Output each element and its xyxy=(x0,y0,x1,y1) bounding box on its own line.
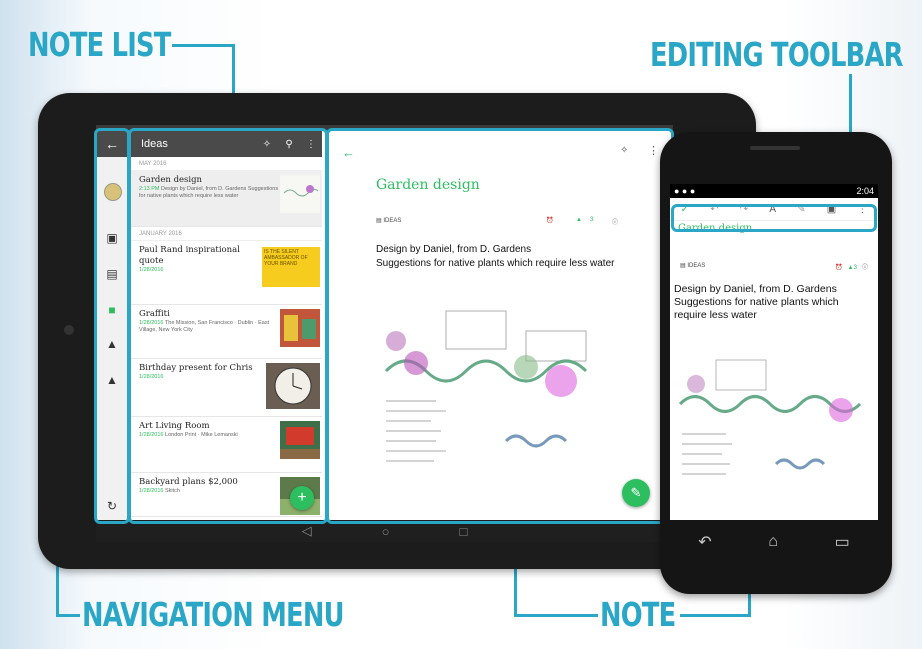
back-nav-icon[interactable]: ◁ xyxy=(302,523,312,539)
callout-note: NOTE xyxy=(600,595,676,634)
phone-status-bar: ● ● ● 2:04 xyxy=(670,184,878,198)
phone-time: 2:04 xyxy=(856,186,874,196)
note-body-line: Suggestions for native plants which requ… xyxy=(674,296,839,321)
tablet-camera xyxy=(64,325,74,335)
phone-notebook-bar: ▤ IDEAS ⏰ ▲3 ⓘ xyxy=(670,236,878,271)
phone-garden-sketch-image xyxy=(678,359,862,475)
home-nav-icon[interactable]: ○ xyxy=(382,524,390,539)
recents-nav-icon[interactable]: □ xyxy=(460,524,468,539)
callout-line xyxy=(680,614,750,617)
highlight-editing-toolbar xyxy=(671,204,877,232)
callout-note-list: NOTE LIST xyxy=(28,25,171,64)
info-icon[interactable]: ⓘ xyxy=(862,265,868,271)
highlight-note-list xyxy=(128,128,328,524)
callout-line xyxy=(172,44,234,47)
note-body-line: Design by Daniel, from D. Gardens xyxy=(674,283,837,295)
phone-note-body[interactable]: Design by Daniel, from D. Gardens Sugges… xyxy=(670,271,878,322)
highlight-note xyxy=(326,128,674,524)
highlight-navigation xyxy=(94,128,130,524)
notebook-name[interactable]: IDEAS xyxy=(687,263,705,269)
callout-editing-toolbar: EDITING TOOLBAR xyxy=(650,35,903,74)
callout-navigation-menu: NAVIGATION MENU xyxy=(82,595,345,634)
callout-line xyxy=(514,614,598,617)
back-nav-icon[interactable]: ↶ xyxy=(698,532,711,552)
phone-nav-bar: ↶ ⌂ ▭ xyxy=(670,522,878,562)
callout-line xyxy=(56,614,80,617)
home-nav-icon[interactable]: ⌂ xyxy=(768,533,778,551)
tag-count: 3 xyxy=(853,265,857,271)
phone-screen: ● ● ● 2:04 ✓ ↶ ↷ A ✎ ▣ ⋮ Garden design ▤… xyxy=(670,184,878,520)
phone-speaker xyxy=(750,146,800,150)
recents-nav-icon[interactable]: ▭ xyxy=(835,532,850,552)
reminder-icon[interactable]: ⏰ xyxy=(835,265,842,271)
notification-icons: ● ● ● xyxy=(674,186,696,196)
notebook-icon: ▤ xyxy=(680,263,686,269)
